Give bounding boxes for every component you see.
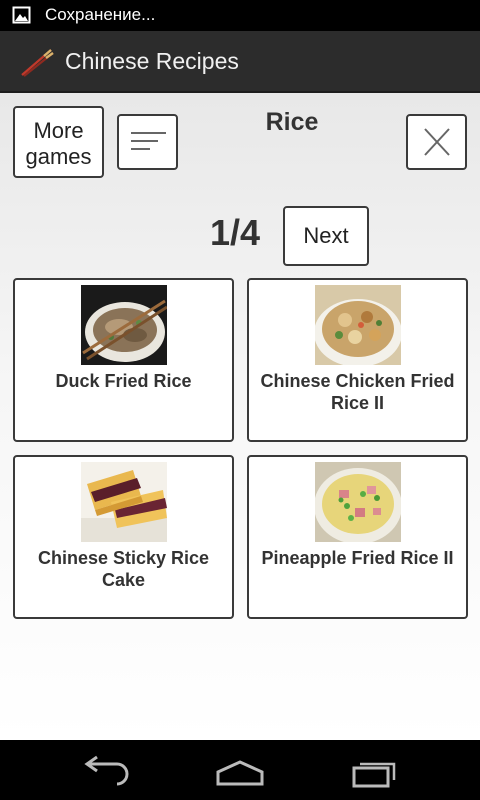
recipe-title: Chinese Sticky Rice Cake: [37, 548, 210, 590]
recipe-thumbnail: [315, 462, 401, 542]
close-button[interactable]: [406, 114, 467, 170]
next-page-button[interactable]: Next: [283, 206, 369, 266]
recipe-card-chinese-sticky-rice-cake[interactable]: Chinese Sticky Rice Cake: [13, 455, 234, 619]
system-navigation-bar: [0, 740, 480, 800]
page-indicator: 1/4: [210, 212, 261, 253]
recipe-card-pineapple-fried-rice-ii[interactable]: Pineapple Fried Rice II: [247, 455, 468, 619]
recipe-list-screen: More games Rice 1/4 Next Duck Fried Rice…: [0, 93, 480, 740]
recipe-title: Pineapple Fried Rice II: [261, 548, 454, 568]
app-title: Chinese Recipes: [65, 48, 239, 74]
recipe-thumbnail: [315, 285, 401, 365]
image-icon: [12, 6, 31, 24]
close-x-icon: [424, 128, 450, 156]
home-icon[interactable]: [210, 754, 270, 788]
status-text: Сохранение...: [45, 5, 156, 24]
recipe-thumbnail: [81, 462, 167, 542]
status-bar: Сохранение...: [0, 0, 480, 31]
recipe-thumbnail: [81, 285, 167, 365]
recents-icon[interactable]: [344, 754, 404, 788]
more-games-label-line2: games: [25, 144, 92, 169]
action-bar: Chinese Recipes: [0, 31, 480, 93]
chopsticks-icon: [21, 49, 54, 77]
recipe-card-chinese-chicken-fried-rice-ii[interactable]: Chinese Chicken Fried Rice II: [247, 278, 468, 442]
recipe-card-duck-fried-rice[interactable]: Duck Fried Rice: [13, 278, 234, 442]
recipe-title: Chinese Chicken Fried Rice II: [260, 371, 455, 413]
back-icon[interactable]: [77, 754, 137, 788]
recipe-title: Duck Fried Rice: [55, 371, 192, 391]
